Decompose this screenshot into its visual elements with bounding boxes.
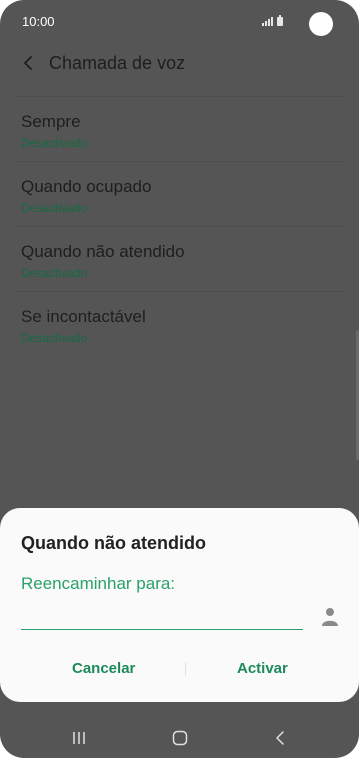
forward-dialog: Quando não atendido Reencaminhar para: C…	[0, 508, 359, 702]
page-title: Chamada de voz	[49, 53, 186, 73]
settings-item-status: Desactivado	[21, 201, 88, 215]
forward-number-input[interactable]	[21, 604, 303, 630]
settings-item-unanswered[interactable]: Quando não atendido Desactivado	[14, 226, 345, 291]
status-icons	[262, 14, 283, 26]
forward-to-label: Reencaminhar para:	[21, 574, 176, 593]
nav-back-icon[interactable]	[274, 730, 286, 746]
settings-item-label: Quando não atendido	[21, 242, 185, 261]
back-arrow-icon[interactable]	[20, 53, 38, 73]
app-header: Chamada de voz	[0, 44, 359, 84]
settings-item-status: Desactivado	[21, 136, 88, 150]
settings-item-label: Sempre	[21, 112, 81, 131]
settings-item-status: Desactivado	[21, 331, 88, 345]
status-bar: 10:00	[0, 0, 359, 44]
navigation-bar	[0, 718, 359, 758]
button-divider	[185, 662, 186, 676]
settings-list: Sempre Desactivado Quando ocupado Desact…	[0, 96, 359, 356]
phone-screen: 10:00 Chamada de voz Sempre Desactivado …	[0, 0, 359, 758]
recent-apps-icon[interactable]	[72, 731, 86, 745]
cancel-button[interactable]: Cancelar	[72, 660, 135, 677]
settings-item-label: Se incontactável	[21, 307, 146, 326]
settings-item-unreachable[interactable]: Se incontactável Desactivado	[14, 291, 345, 356]
settings-item-label: Quando ocupado	[21, 177, 152, 196]
settings-item-busy[interactable]: Quando ocupado Desactivado	[14, 161, 345, 226]
settings-item-status: Desactivado	[21, 266, 88, 280]
battery-icon	[277, 15, 283, 26]
signal-icon	[262, 16, 273, 26]
status-time: 10:00	[22, 14, 55, 29]
contact-person-icon[interactable]	[322, 607, 338, 627]
camera-cutout	[309, 12, 333, 36]
home-icon[interactable]	[172, 730, 188, 746]
activate-button[interactable]: Activar	[237, 660, 288, 677]
settings-item-always[interactable]: Sempre Desactivado	[14, 96, 345, 161]
dialog-title: Quando não atendido	[21, 533, 206, 553]
